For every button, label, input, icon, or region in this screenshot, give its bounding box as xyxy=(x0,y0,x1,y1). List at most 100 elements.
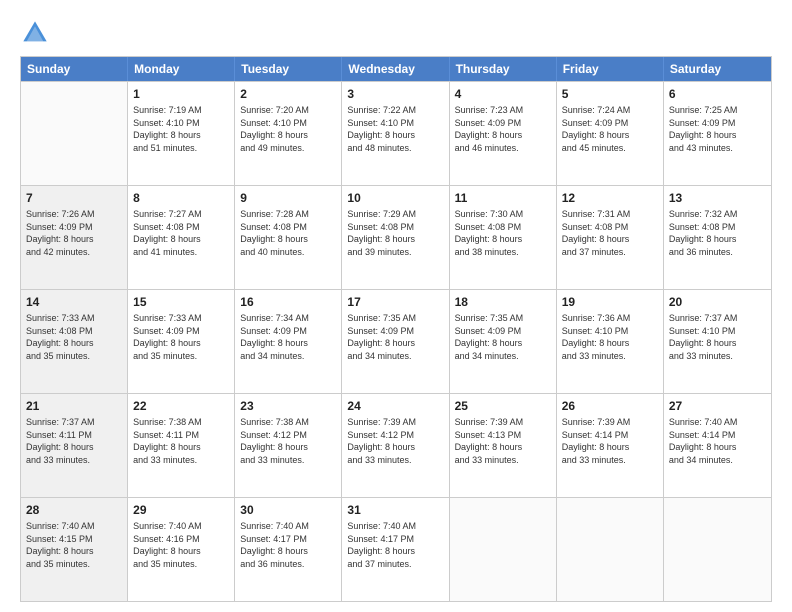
calendar-weekday: Friday xyxy=(557,57,664,81)
cell-info: Sunrise: 7:19 AM Sunset: 4:10 PM Dayligh… xyxy=(133,104,229,154)
day-number: 13 xyxy=(669,190,766,206)
calendar-cell: 9 Sunrise: 7:28 AM Sunset: 4:08 PM Daylig… xyxy=(235,186,342,289)
cell-info: Sunrise: 7:24 AM Sunset: 4:09 PM Dayligh… xyxy=(562,104,658,154)
calendar-cell: 21 Sunrise: 7:37 AM Sunset: 4:11 PM Dayli… xyxy=(21,394,128,497)
calendar-cell xyxy=(664,498,771,601)
day-number: 6 xyxy=(669,86,766,102)
day-number: 28 xyxy=(26,502,122,518)
calendar-row: 14Sunrise: 7:33 AM Sunset: 4:08 PM Dayli… xyxy=(21,289,771,393)
calendar-cell: 18 Sunrise: 7:35 AM Sunset: 4:09 PM Dayli… xyxy=(450,290,557,393)
day-number: 31 xyxy=(347,502,443,518)
cell-info: Sunrise: 7:22 AM Sunset: 4:10 PM Dayligh… xyxy=(347,104,443,154)
day-number: 7 xyxy=(26,190,122,206)
day-number: 25 xyxy=(455,398,551,414)
day-number: 26 xyxy=(562,398,658,414)
day-number: 20 xyxy=(669,294,766,310)
cell-info: Sunrise: 7:30 AM Sunset: 4:08 PM Dayligh… xyxy=(455,208,551,258)
calendar: SundayMondayTuesdayWednesdayThursdayFrid… xyxy=(20,56,772,602)
calendar-cell: 17Sunrise: 7:35 AM Sunset: 4:09 PM Dayli… xyxy=(342,290,449,393)
calendar-cell: 28 Sunrise: 7:40 AM Sunset: 4:15 PM Dayli… xyxy=(21,498,128,601)
day-number: 10 xyxy=(347,190,443,206)
cell-info: Sunrise: 7:34 AM Sunset: 4:09 PM Dayligh… xyxy=(240,312,336,362)
cell-info: Sunrise: 7:25 AM Sunset: 4:09 PM Dayligh… xyxy=(669,104,766,154)
day-number: 30 xyxy=(240,502,336,518)
calendar-cell xyxy=(450,498,557,601)
day-number: 23 xyxy=(240,398,336,414)
day-number: 29 xyxy=(133,502,229,518)
calendar-cell: 6 Sunrise: 7:25 AM Sunset: 4:09 PM Daylig… xyxy=(664,82,771,185)
calendar-cell xyxy=(21,82,128,185)
cell-info: Sunrise: 7:29 AM Sunset: 4:08 PM Dayligh… xyxy=(347,208,443,258)
day-number: 8 xyxy=(133,190,229,206)
day-number: 12 xyxy=(562,190,658,206)
day-number: 1 xyxy=(133,86,229,102)
cell-info: Sunrise: 7:35 AM Sunset: 4:09 PM Dayligh… xyxy=(455,312,551,362)
day-number: 5 xyxy=(562,86,658,102)
calendar-weekday: Sunday xyxy=(21,57,128,81)
calendar-row: 21 Sunrise: 7:37 AM Sunset: 4:11 PM Dayli… xyxy=(21,393,771,497)
calendar-cell: 11 Sunrise: 7:30 AM Sunset: 4:08 PM Dayli… xyxy=(450,186,557,289)
cell-info: Sunrise: 7:37 AM Sunset: 4:10 PM Dayligh… xyxy=(669,312,766,362)
calendar-cell: 3 Sunrise: 7:22 AM Sunset: 4:10 PM Daylig… xyxy=(342,82,449,185)
calendar-cell: 7 Sunrise: 7:26 AM Sunset: 4:09 PM Daylig… xyxy=(21,186,128,289)
calendar-cell: 8 Sunrise: 7:27 AM Sunset: 4:08 PM Daylig… xyxy=(128,186,235,289)
cell-info: Sunrise: 7:26 AM Sunset: 4:09 PM Dayligh… xyxy=(26,208,122,258)
day-number: 2 xyxy=(240,86,336,102)
day-number: 24 xyxy=(347,398,443,414)
calendar-weekday: Saturday xyxy=(664,57,771,81)
calendar-cell: 26 Sunrise: 7:39 AM Sunset: 4:14 PM Dayli… xyxy=(557,394,664,497)
day-number: 16 xyxy=(240,294,336,310)
cell-info: Sunrise: 7:40 AM Sunset: 4:15 PM Dayligh… xyxy=(26,520,122,570)
cell-info: Sunrise: 7:38 AM Sunset: 4:11 PM Dayligh… xyxy=(133,416,229,466)
day-number: 11 xyxy=(455,190,551,206)
calendar-weekday: Thursday xyxy=(450,57,557,81)
cell-info: Sunrise: 7:28 AM Sunset: 4:08 PM Dayligh… xyxy=(240,208,336,258)
cell-info: Sunrise: 7:39 AM Sunset: 4:13 PM Dayligh… xyxy=(455,416,551,466)
calendar-weekday: Tuesday xyxy=(235,57,342,81)
calendar-cell: 27 Sunrise: 7:40 AM Sunset: 4:14 PM Dayli… xyxy=(664,394,771,497)
day-number: 21 xyxy=(26,398,122,414)
day-number: 22 xyxy=(133,398,229,414)
calendar-row: 28 Sunrise: 7:40 AM Sunset: 4:15 PM Dayli… xyxy=(21,497,771,601)
cell-info: Sunrise: 7:27 AM Sunset: 4:08 PM Dayligh… xyxy=(133,208,229,258)
calendar-row: 7 Sunrise: 7:26 AM Sunset: 4:09 PM Daylig… xyxy=(21,185,771,289)
cell-info: Sunrise: 7:40 AM Sunset: 4:16 PM Dayligh… xyxy=(133,520,229,570)
day-number: 27 xyxy=(669,398,766,414)
calendar-weekday: Wednesday xyxy=(342,57,449,81)
logo xyxy=(20,18,54,48)
calendar-cell: 13Sunrise: 7:32 AM Sunset: 4:08 PM Dayli… xyxy=(664,186,771,289)
calendar-cell: 23 Sunrise: 7:38 AM Sunset: 4:12 PM Dayli… xyxy=(235,394,342,497)
calendar-cell: 10 Sunrise: 7:29 AM Sunset: 4:08 PM Dayli… xyxy=(342,186,449,289)
cell-info: Sunrise: 7:40 AM Sunset: 4:17 PM Dayligh… xyxy=(347,520,443,570)
cell-info: Sunrise: 7:40 AM Sunset: 4:17 PM Dayligh… xyxy=(240,520,336,570)
day-number: 17 xyxy=(347,294,443,310)
calendar-cell: 2Sunrise: 7:20 AM Sunset: 4:10 PM Daylig… xyxy=(235,82,342,185)
day-number: 9 xyxy=(240,190,336,206)
day-number: 15 xyxy=(133,294,229,310)
cell-info: Sunrise: 7:33 AM Sunset: 4:09 PM Dayligh… xyxy=(133,312,229,362)
calendar-cell: 15 Sunrise: 7:33 AM Sunset: 4:09 PM Dayli… xyxy=(128,290,235,393)
day-number: 19 xyxy=(562,294,658,310)
calendar-cell: 24 Sunrise: 7:39 AM Sunset: 4:12 PM Dayli… xyxy=(342,394,449,497)
calendar-cell: 5 Sunrise: 7:24 AM Sunset: 4:09 PM Daylig… xyxy=(557,82,664,185)
cell-info: Sunrise: 7:37 AM Sunset: 4:11 PM Dayligh… xyxy=(26,416,122,466)
cell-info: Sunrise: 7:39 AM Sunset: 4:12 PM Dayligh… xyxy=(347,416,443,466)
calendar-cell: 16 Sunrise: 7:34 AM Sunset: 4:09 PM Dayli… xyxy=(235,290,342,393)
cell-info: Sunrise: 7:40 AM Sunset: 4:14 PM Dayligh… xyxy=(669,416,766,466)
calendar-cell: 4Sunrise: 7:23 AM Sunset: 4:09 PM Daylig… xyxy=(450,82,557,185)
day-number: 3 xyxy=(347,86,443,102)
calendar-cell: 14Sunrise: 7:33 AM Sunset: 4:08 PM Dayli… xyxy=(21,290,128,393)
calendar-row: 1 Sunrise: 7:19 AM Sunset: 4:10 PM Daylig… xyxy=(21,81,771,185)
calendar-cell: 25 Sunrise: 7:39 AM Sunset: 4:13 PM Dayli… xyxy=(450,394,557,497)
day-number: 4 xyxy=(455,86,551,102)
cell-info: Sunrise: 7:36 AM Sunset: 4:10 PM Dayligh… xyxy=(562,312,658,362)
cell-info: Sunrise: 7:39 AM Sunset: 4:14 PM Dayligh… xyxy=(562,416,658,466)
calendar-cell: 20 Sunrise: 7:37 AM Sunset: 4:10 PM Dayli… xyxy=(664,290,771,393)
calendar-cell: 12Sunrise: 7:31 AM Sunset: 4:08 PM Dayli… xyxy=(557,186,664,289)
calendar-weekday: Monday xyxy=(128,57,235,81)
cell-info: Sunrise: 7:38 AM Sunset: 4:12 PM Dayligh… xyxy=(240,416,336,466)
day-number: 14 xyxy=(26,294,122,310)
day-number: 18 xyxy=(455,294,551,310)
calendar-cell: 31 Sunrise: 7:40 AM Sunset: 4:17 PM Dayli… xyxy=(342,498,449,601)
calendar-cell xyxy=(557,498,664,601)
